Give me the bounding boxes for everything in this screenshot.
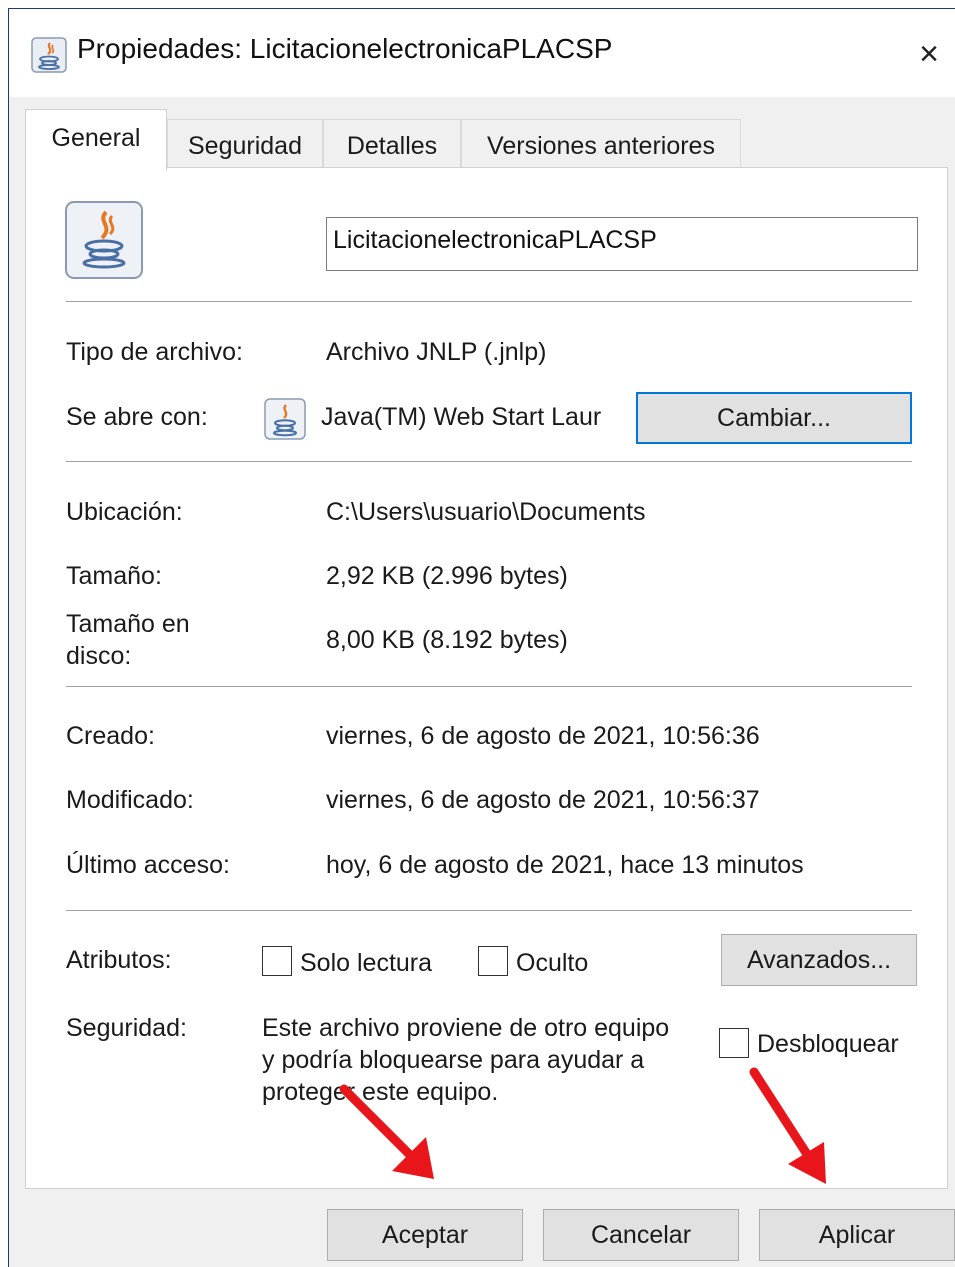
- advanced-button[interactable]: Avanzados...: [721, 934, 917, 986]
- opens-with-value: Java(TM) Web Start Laur: [321, 403, 602, 431]
- last-access-label: Último acceso:: [66, 851, 230, 879]
- readonly-checkbox[interactable]: [262, 946, 292, 976]
- tab-versiones-anteriores[interactable]: Versiones anteriores: [461, 119, 741, 167]
- tab-general[interactable]: General: [25, 109, 167, 171]
- java-file-icon: [31, 37, 67, 73]
- file-type-label: Tipo de archivo:: [66, 338, 243, 366]
- unblock-checkbox[interactable]: [719, 1028, 749, 1058]
- unblock-label[interactable]: Desbloquear: [757, 1030, 899, 1059]
- readonly-label[interactable]: Solo lectura: [300, 949, 432, 978]
- java-web-start-icon: [264, 398, 306, 440]
- java-cup-icon: [65, 201, 143, 279]
- disk-size-label-line2: disco:: [66, 642, 132, 670]
- title-bar[interactable]: Propiedades: LicitacionelectronicaPLACSP…: [9, 9, 955, 97]
- created-value: viernes, 6 de agosto de 2021, 10:56:36: [326, 722, 760, 750]
- disk-size-label-line1: Tamaño en: [66, 610, 190, 638]
- location-value: C:\Users\usuario\Documents: [326, 498, 646, 526]
- hidden-label[interactable]: Oculto: [516, 949, 588, 978]
- tab-detalles[interactable]: Detalles: [323, 119, 461, 167]
- change-button[interactable]: Cambiar...: [636, 392, 912, 444]
- modified-label: Modificado:: [66, 786, 194, 814]
- security-text-line2: y podría bloquearse para ayudar a: [262, 1046, 645, 1074]
- opens-with-label: Se abre con:: [66, 403, 208, 431]
- separator: [66, 686, 912, 687]
- security-label: Seguridad:: [66, 1014, 187, 1042]
- separator: [66, 461, 912, 462]
- separator: [66, 910, 912, 911]
- hidden-checkbox[interactable]: [478, 946, 508, 976]
- annotation-arrow-apply: [749, 1067, 826, 1184]
- location-label: Ubicación:: [66, 498, 183, 526]
- cancel-button[interactable]: Cancelar: [543, 1209, 739, 1261]
- file-name-input[interactable]: LicitacionelectronicaPLACSP: [326, 217, 918, 271]
- accept-button[interactable]: Aceptar: [327, 1209, 523, 1261]
- modified-value: viernes, 6 de agosto de 2021, 10:56:37: [326, 786, 760, 814]
- last-access-value: hoy, 6 de agosto de 2021, hace 13 minuto…: [326, 851, 804, 879]
- created-label: Creado:: [66, 722, 155, 750]
- tab-seguridad[interactable]: Seguridad: [167, 119, 323, 167]
- attributes-label: Atributos:: [66, 946, 172, 974]
- apply-button[interactable]: Aplicar: [759, 1209, 955, 1261]
- close-button[interactable]: ×: [904, 29, 954, 79]
- annotation-arrow-accept: [339, 1084, 434, 1179]
- file-type-value: Archivo JNLP (.jnlp): [326, 338, 547, 366]
- disk-size-value: 8,00 KB (8.192 bytes): [326, 626, 568, 654]
- window-title: Propiedades: LicitacionelectronicaPLACSP: [77, 33, 613, 64]
- general-panel: LicitacionelectronicaPLACSP Tipo de arch…: [25, 167, 948, 1189]
- size-label: Tamaño:: [66, 562, 162, 590]
- security-text-line1: Este archivo proviene de otro equipo: [262, 1014, 670, 1042]
- size-value: 2,92 KB (2.996 bytes): [326, 562, 568, 590]
- separator: [66, 301, 912, 302]
